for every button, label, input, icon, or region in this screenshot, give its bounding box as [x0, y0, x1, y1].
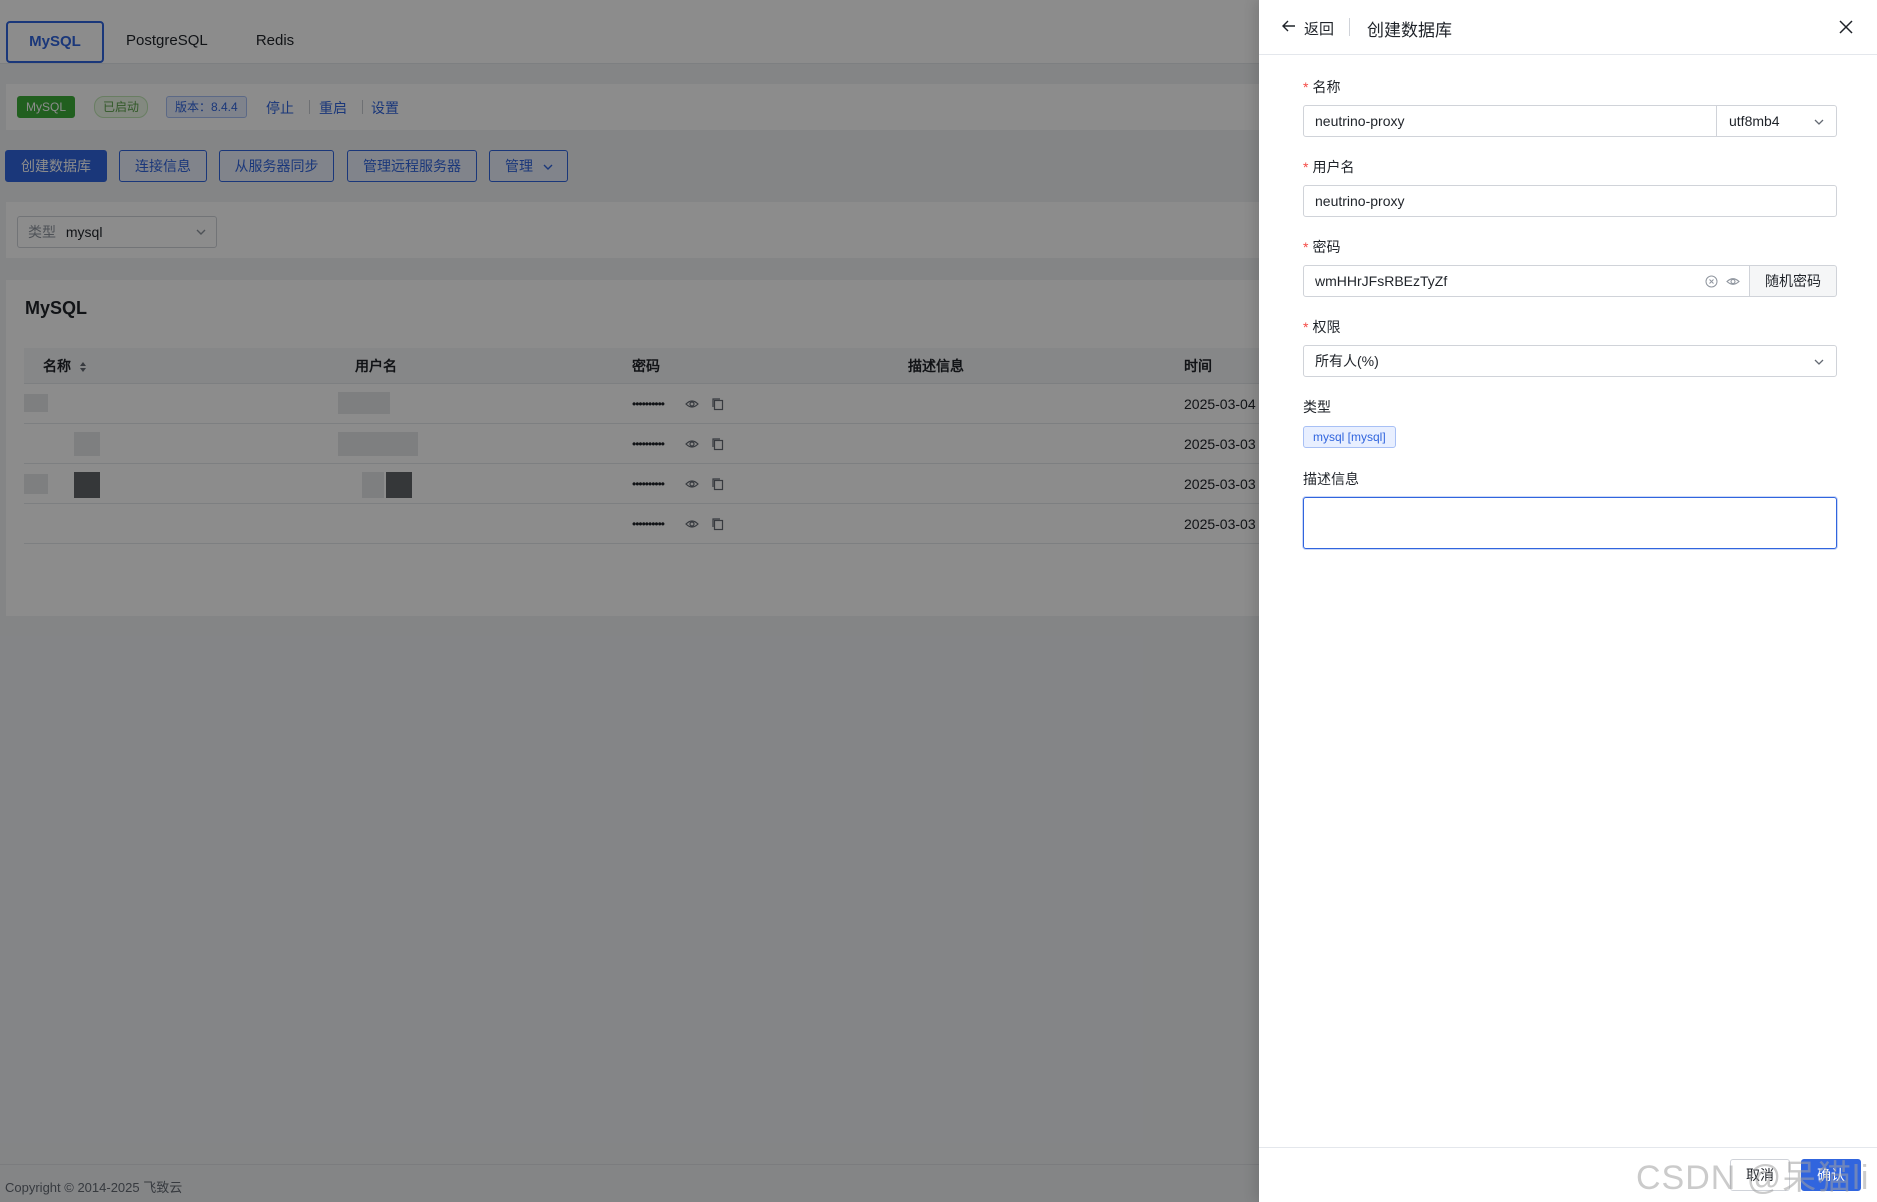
description-textarea[interactable] — [1303, 497, 1837, 549]
permission-select[interactable]: 所有人(%) — [1303, 345, 1837, 377]
watermark-text: CSDN @呆猫li — [1636, 1159, 1870, 1197]
permission-label: * 权限 — [1303, 319, 1341, 335]
name-input[interactable]: neutrino-proxy — [1303, 105, 1717, 137]
chevron-down-icon — [1814, 119, 1824, 125]
eye-icon[interactable] — [1726, 275, 1740, 288]
back-arrow-icon[interactable] — [1281, 18, 1297, 34]
charset-select[interactable]: utf8mb4 — [1717, 105, 1837, 137]
back-link[interactable]: 返回 — [1304, 18, 1334, 39]
password-label: * 密码 — [1303, 239, 1341, 255]
password-value: wmHHrJFsRBEzTyZf — [1315, 273, 1448, 289]
description-label: 描述信息 — [1303, 471, 1359, 487]
permission-value: 所有人(%) — [1315, 353, 1379, 369]
create-database-drawer: 返回 创建数据库 * 名称 neutrino-proxy utf8mb4 * 用户名… — [1259, 0, 1877, 1202]
username-label: * 用户名 — [1303, 159, 1355, 175]
chevron-down-icon — [1814, 359, 1824, 365]
type-label: 类型 — [1303, 399, 1331, 415]
drawer-title: 创建数据库 — [1367, 21, 1452, 40]
divider — [1349, 18, 1350, 36]
name-label: * 名称 — [1303, 79, 1341, 95]
type-tag: mysql [mysql] — [1303, 426, 1396, 448]
charset-value: utf8mb4 — [1729, 113, 1780, 129]
drawer-header: 返回 创建数据库 — [1259, 0, 1877, 55]
clear-icon[interactable] — [1705, 275, 1718, 288]
close-icon[interactable] — [1837, 18, 1855, 36]
username-input[interactable]: neutrino-proxy — [1303, 185, 1837, 217]
random-password-button[interactable]: 随机密码 — [1750, 265, 1837, 297]
password-input[interactable]: wmHHrJFsRBEzTyZf — [1303, 265, 1750, 297]
